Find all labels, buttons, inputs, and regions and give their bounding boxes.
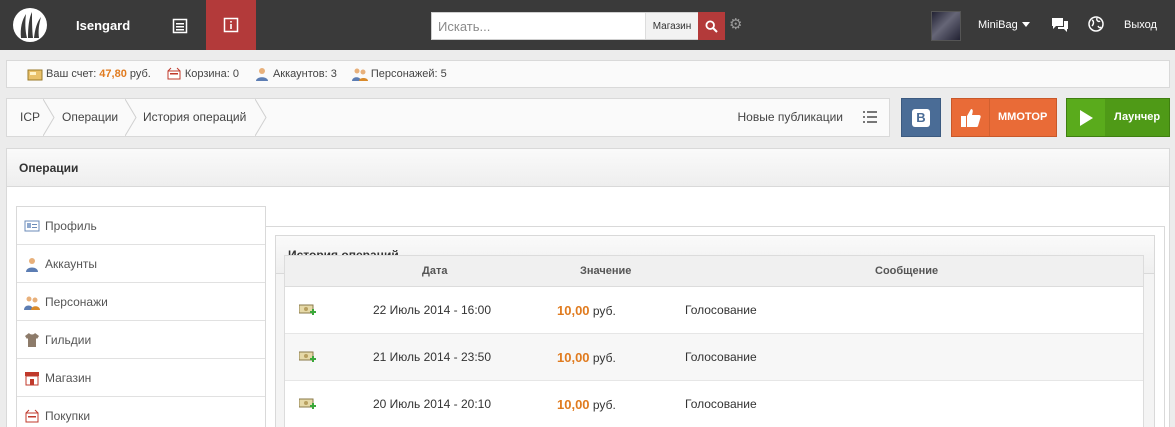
gear-icon[interactable]: ⚙: [729, 16, 742, 34]
row-amount: 10,00 руб.: [557, 334, 616, 382]
users-icon: [24, 296, 40, 310]
chevron-down-icon[interactable]: [1022, 22, 1030, 27]
column-header-message[interactable]: Сообщение: [875, 256, 938, 287]
vk-button[interactable]: B: [901, 98, 941, 137]
cart-icon: [25, 409, 39, 422]
row-amount: 10,00 руб.: [557, 287, 616, 335]
cart-icon: [167, 67, 181, 80]
amount-currency: руб.: [592, 398, 616, 412]
breadcrumb: ICP Операции История операций Новые публ…: [6, 98, 890, 137]
logout-link[interactable]: Выход: [1124, 19, 1157, 31]
guild-shirt-icon: [25, 332, 39, 347]
money-add-icon: [299, 398, 316, 409]
amount-value: 10,00: [557, 397, 590, 412]
list-icon[interactable]: [863, 111, 877, 123]
mmotop-label: MMOTOP: [998, 111, 1048, 123]
row-message: Голосование: [685, 397, 757, 411]
search-icon: [705, 19, 718, 33]
search-input[interactable]: [432, 13, 644, 39]
row-date: 20 Июль 2014 - 20:10: [373, 397, 492, 411]
money-add-icon: [299, 351, 316, 362]
search-box: Магазин: [431, 12, 725, 40]
user-name[interactable]: MiniBag: [978, 19, 1018, 31]
info-icon: [223, 17, 239, 33]
sidebar-item-label: Аккаунты: [45, 256, 98, 271]
sidebar-item-shop[interactable]: Магазин: [17, 359, 265, 397]
table-row: 20 Июль 2014 - 20:10 10,00 руб. Голосова…: [285, 381, 1143, 427]
launcher-label: Лаунчер: [1114, 111, 1161, 123]
balance-info: Ваш счет: 47,80 руб.: [27, 67, 151, 81]
amount-currency: руб.: [592, 304, 616, 318]
accounts-info[interactable]: Аккаунтов: 3: [254, 67, 337, 81]
account-summary-bar: Ваш счет: 47,80 руб. Корзина: 0 Аккаунто…: [6, 60, 1170, 88]
table-row: 21 Июль 2014 - 23:50 10,00 руб. Голосова…: [285, 334, 1143, 381]
cart-label: Корзина: 0: [184, 68, 239, 80]
table-row: 22 Июль 2014 - 16:00 10,00 руб. Голосова…: [285, 287, 1143, 334]
breadcrumb-item-operations[interactable]: Операции: [62, 99, 118, 136]
document-list-icon: [172, 18, 188, 34]
shop-icon: [25, 371, 39, 385]
vk-icon: B: [912, 108, 930, 127]
user-icon: [26, 257, 38, 272]
thumbs-up-icon: [952, 99, 990, 136]
sidebar: Профиль Аккаунты Персонажи Гильдии Магаз…: [16, 206, 266, 427]
sidebar-item-label: Персонажи: [45, 294, 108, 309]
amount-value: 10,00: [557, 303, 590, 318]
profile-card-icon: [24, 220, 40, 231]
cart-info[interactable]: Корзина: 0: [166, 67, 239, 81]
claw-logo-icon: [20, 12, 41, 38]
table-header: Дата Значение Сообщение: [285, 256, 1143, 287]
info-button[interactable]: [206, 0, 256, 50]
balance-value: 47,80: [99, 68, 127, 80]
new-posts-link[interactable]: Новые публикации: [738, 99, 844, 136]
sidebar-item-label: Гильдии: [45, 332, 92, 347]
balance-label: Ваш счет:: [46, 68, 97, 80]
balance-currency: руб.: [129, 68, 151, 80]
sidebar-item-label: Профиль: [45, 218, 97, 233]
search-scope-select[interactable]: Магазин: [645, 13, 698, 39]
sidebar-item-profile[interactable]: Профиль: [17, 207, 265, 245]
breadcrumb-item-history[interactable]: История операций: [143, 99, 246, 136]
sidebar-item-purchases[interactable]: Покупки: [17, 397, 265, 427]
sidebar-item-label: Магазин: [45, 370, 92, 385]
user-icon: [255, 68, 268, 81]
characters-info[interactable]: Персонажей: 5: [351, 67, 447, 81]
sidebar-item-guilds[interactable]: Гильдии: [17, 321, 265, 359]
row-amount: 10,00 руб.: [557, 381, 616, 427]
breadcrumb-item-icp[interactable]: ICP: [20, 99, 40, 136]
money-add-icon: [299, 304, 316, 315]
sidebar-item-label: Покупки: [45, 408, 91, 423]
wallet-icon: [27, 69, 43, 81]
play-icon: [1067, 99, 1105, 136]
row-date: 21 Июль 2014 - 23:50: [373, 350, 492, 364]
launcher-button[interactable]: Лаунчер: [1066, 98, 1170, 137]
row-message: Голосование: [685, 350, 757, 364]
column-header-date[interactable]: Дата: [422, 256, 447, 287]
row-message: Голосование: [685, 303, 757, 317]
globe-icon[interactable]: [1088, 16, 1104, 35]
search-button[interactable]: [698, 12, 725, 40]
history-table: Дата Значение Сообщение 22 Июль 2014 - 1…: [284, 255, 1144, 427]
amount-value: 10,00: [557, 350, 590, 365]
amount-currency: руб.: [592, 351, 616, 365]
characters-label: Персонажей: 5: [370, 68, 447, 80]
mmotop-button[interactable]: MMOTOP: [951, 98, 1057, 137]
breadcrumb-separator: [125, 99, 137, 136]
users-icon: [351, 68, 368, 81]
avatar[interactable]: [931, 11, 961, 41]
chat-icon[interactable]: [1051, 17, 1069, 36]
sidebar-item-accounts[interactable]: Аккаунты: [17, 245, 265, 283]
row-date: 22 Июль 2014 - 16:00: [373, 303, 492, 317]
top-bar: Isengard Магазин ⚙ MiniBag: [0, 0, 1175, 50]
brand-logo[interactable]: [13, 8, 47, 42]
accounts-label: Аккаунтов: 3: [272, 68, 337, 80]
sidebar-item-characters[interactable]: Персонажи: [17, 283, 265, 321]
panel-title: Операции: [7, 149, 1169, 187]
column-header-value[interactable]: Значение: [580, 256, 631, 287]
breadcrumb-separator: [255, 99, 267, 136]
breadcrumb-separator: [43, 99, 55, 136]
brand-name[interactable]: Isengard: [76, 18, 130, 33]
menu-button[interactable]: [166, 12, 194, 40]
